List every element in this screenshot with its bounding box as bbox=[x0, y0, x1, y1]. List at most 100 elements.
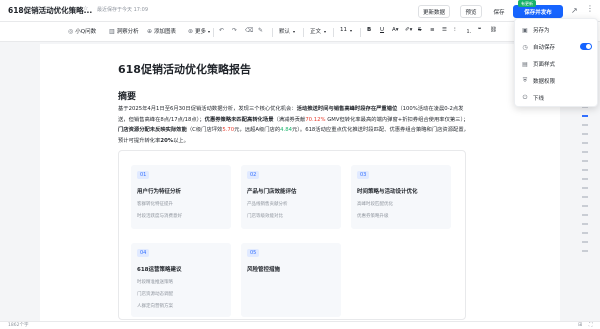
card-item: 时段活跃度与消费意好 bbox=[137, 214, 182, 219]
format-painter-icon[interactable]: ⌫ bbox=[245, 27, 255, 34]
font-color-icon[interactable]: A▾ bbox=[392, 27, 399, 33]
star-icon[interactable]: ☆ bbox=[83, 5, 88, 12]
outline-marker[interactable] bbox=[582, 205, 588, 207]
underline-icon[interactable]: U bbox=[380, 27, 384, 33]
card-title: 产品与门店效能评估 bbox=[247, 189, 297, 195]
outline-marker[interactable] bbox=[582, 151, 588, 153]
outline-marker[interactable] bbox=[582, 124, 588, 126]
section-card[interactable]: 05 风险管控措施 bbox=[241, 243, 341, 317]
preview-button[interactable]: 预览 bbox=[460, 5, 482, 18]
app: 618促销活动优化策略... ☆ 最近保存于今天 17:09 更新数据 预览 保… bbox=[0, 0, 600, 329]
tool-label: 洞察分析 bbox=[116, 29, 139, 35]
menu-item-label: 自动保存 bbox=[533, 45, 556, 51]
outline-marker[interactable] bbox=[582, 241, 588, 243]
redo-icon[interactable]: ↷ bbox=[232, 27, 239, 34]
text-run-bold: 门店资源分配未反映实际效能 bbox=[118, 127, 187, 133]
chevron-down-icon: ▾ bbox=[293, 28, 296, 34]
more-tool[interactable]: ⊛ 更多 ▾ bbox=[188, 27, 211, 36]
menu-item-page-style[interactable]: ▤ 页面样式 bbox=[515, 57, 599, 71]
update-data-button[interactable]: 更新数据 bbox=[418, 5, 450, 18]
card-item: 门店资源动态调配 bbox=[137, 292, 173, 297]
highlight-value: 5.70 bbox=[222, 127, 235, 133]
section-card[interactable]: 03 时间策略与活动设计优化 高峰时段匹配优化 优惠券策略升级 bbox=[351, 165, 451, 229]
add-chart-tool[interactable]: ⊕ 添加图表 bbox=[147, 27, 176, 36]
doc-title[interactable]: 618促销活动优化策略... bbox=[8, 5, 92, 16]
menu-item-label: 页面样式 bbox=[533, 62, 556, 68]
card-number: 01 bbox=[137, 171, 150, 179]
outline-marker[interactable] bbox=[582, 169, 588, 171]
fullscreen-icon[interactable]: ⛶ bbox=[589, 322, 593, 328]
insight-icon: ▥ bbox=[109, 27, 115, 35]
outline-marker[interactable] bbox=[582, 223, 588, 225]
more-vertical-icon[interactable]: ⋮ bbox=[586, 5, 594, 13]
card-number: 05 bbox=[247, 249, 260, 257]
menu-item-save-as[interactable]: ▣ 另存为 bbox=[515, 23, 599, 37]
outline-marker[interactable] bbox=[582, 178, 588, 180]
font-size-select[interactable]: 11 ▾ bbox=[340, 27, 352, 33]
chevron-down-icon: ▾ bbox=[208, 28, 211, 34]
chat-icon: ◎ bbox=[68, 27, 74, 35]
offline-icon: ⏻ bbox=[522, 94, 528, 101]
align-left-icon[interactable]: ≡ bbox=[430, 27, 435, 33]
strikethrough-icon[interactable]: S bbox=[418, 27, 422, 33]
ask-data-tool[interactable]: ◎ 小Q问数 bbox=[68, 27, 96, 36]
outline-marker[interactable] bbox=[582, 133, 588, 135]
document-title[interactable]: 618促销活动优化策略报告 bbox=[118, 61, 251, 77]
align-center-icon[interactable]: ☰ bbox=[442, 27, 447, 33]
outline-marker[interactable] bbox=[582, 250, 588, 252]
outline-marker[interactable] bbox=[582, 142, 588, 144]
highlight-value: 70.12% bbox=[305, 116, 326, 123]
quote-icon[interactable]: ❝ bbox=[478, 27, 481, 33]
outline-marker[interactable] bbox=[582, 196, 588, 198]
text-run: （C级门店坪效 bbox=[186, 127, 223, 133]
outline-marker[interactable] bbox=[582, 214, 588, 216]
card-item: 产品线销售贡献分析 bbox=[247, 202, 288, 207]
grid-icon[interactable]: ⊞ bbox=[578, 322, 582, 328]
style-select[interactable]: 默认 ▾ bbox=[279, 27, 296, 36]
section-card[interactable]: 02 产品与门店效能评估 产品线销售贡献分析 门店等级效能对比 bbox=[241, 165, 341, 229]
text-run: 基于2025年4月1日至6月30日促销活动数据分析，发现三个核心优化机会： bbox=[118, 106, 297, 112]
section-card[interactable]: 04 618运营策略建议 时段精准推送策略 门店资源动态调配 人群定向营销方案 bbox=[131, 243, 231, 317]
word-count: 1862个字 bbox=[8, 323, 29, 328]
outline-marker[interactable] bbox=[582, 232, 588, 234]
save-button[interactable]: 保存 bbox=[488, 5, 510, 18]
outline-marker-active[interactable] bbox=[582, 115, 588, 117]
page-style-icon: ▤ bbox=[522, 60, 528, 68]
card-number: 04 bbox=[137, 249, 150, 257]
paragraph-select[interactable]: 正文 ▾ bbox=[310, 27, 327, 36]
more-options-menu: ▣ 另存为 ◷ 自动保存 ▤ 页面样式 ⛨ 数据权限 ⏻ 下线 bbox=[514, 18, 598, 107]
bold-icon[interactable]: B bbox=[367, 27, 371, 33]
ordered-list-icon[interactable]: ⒈ bbox=[466, 27, 472, 35]
outline-marker[interactable] bbox=[582, 160, 588, 162]
undo-icon[interactable]: ↶ bbox=[219, 27, 226, 34]
text-run: 元，远超A级门店的 bbox=[234, 127, 281, 133]
text-run: （满减券贡献 bbox=[273, 116, 306, 123]
card-number: 02 bbox=[247, 171, 260, 179]
share-icon[interactable]: ↗ bbox=[571, 6, 578, 15]
highlight-value: 4.84 bbox=[280, 127, 292, 133]
link-icon[interactable]: ⛓ bbox=[490, 27, 497, 33]
clear-format-icon[interactable]: ✎ bbox=[258, 27, 265, 34]
style-select-value: 默认 bbox=[279, 29, 291, 35]
chart-icon: ⊕ bbox=[147, 27, 153, 35]
menu-item-offline[interactable]: ⏻ 下线 bbox=[515, 91, 599, 105]
menu-item-data-permission[interactable]: ⛨ 数据权限 bbox=[515, 74, 599, 88]
divider bbox=[360, 28, 361, 37]
chevron-down-icon: ▾ bbox=[324, 28, 327, 34]
section-heading[interactable]: 摘要 bbox=[118, 89, 136, 102]
font-size-value: 11 bbox=[340, 27, 347, 33]
section-card[interactable]: 01 用户行为特征分析 客群转化特征提升 时段活跃度与消费意好 bbox=[131, 165, 231, 229]
card-title: 618运营策略建议 bbox=[137, 267, 182, 273]
outline-marker[interactable] bbox=[582, 187, 588, 189]
auto-save-toggle[interactable] bbox=[580, 43, 592, 50]
divider bbox=[272, 28, 273, 37]
insight-tool[interactable]: ▥ 洞察分析 bbox=[109, 27, 139, 36]
menu-item-auto-save[interactable]: ◷ 自动保存 bbox=[515, 40, 599, 54]
card-item: 高峰时段匹配优化 bbox=[357, 202, 393, 207]
card-item: 门店等级效能对比 bbox=[247, 214, 283, 219]
highlight-icon[interactable]: ✐▾ bbox=[405, 27, 412, 33]
card-item: 优惠券策略升级 bbox=[357, 214, 389, 219]
summary-paragraph[interactable]: 基于2025年4月1日至6月30日促销活动数据分析，发现三个核心优化机会：活动推… bbox=[118, 104, 470, 146]
section-cards-container[interactable]: 01 用户行为特征分析 客群转化特征提升 时段活跃度与消费意好 02 产品与门店… bbox=[118, 150, 466, 320]
list-icon[interactable]: ⁝ bbox=[454, 27, 456, 33]
